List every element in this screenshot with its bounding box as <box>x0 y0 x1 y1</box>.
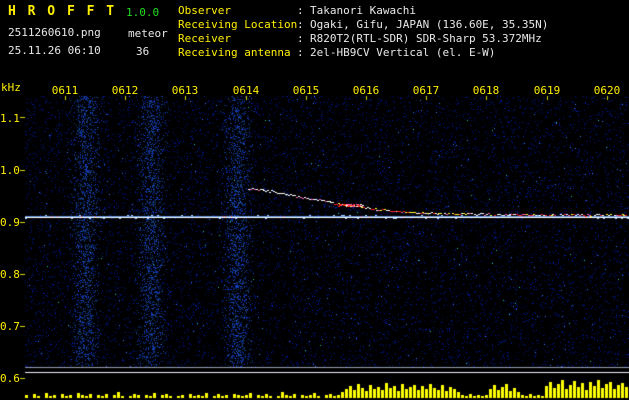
freq-tick-0-8: 0.8 <box>0 268 20 281</box>
time-tick-0618: 0618 <box>472 84 500 97</box>
freq-tick-1-1: 1.1 <box>0 112 20 125</box>
app-title: H R O F F T <box>8 4 117 19</box>
freq-tick-0-7: 0.7 <box>0 320 20 333</box>
output-filename: 2511260610.png <box>8 26 101 39</box>
field-value: Ogaki, Gifu, JAPAN (136.60E, 35.35N) <box>310 18 549 31</box>
app-version: 1.0.0 <box>126 6 160 19</box>
time-tick-0613: 0613 <box>171 84 199 97</box>
field-value: R820T2(RTL-SDR) SDR-Sharp 53.372MHz <box>310 32 542 45</box>
field-label: Receiving antenna <box>178 46 291 59</box>
header-field-receiver: Receiver: R820T2(RTL-SDR) SDR-Sharp 53.37… <box>178 32 542 45</box>
spectrogram-canvas <box>0 0 629 400</box>
field-colon: : <box>297 32 304 45</box>
field-label: Receiving Location <box>178 18 298 31</box>
field-label: Observer <box>178 4 231 17</box>
time-tick-0616: 0616 <box>352 84 380 97</box>
observation-datetime: 25.11.26 06:10 <box>8 44 101 57</box>
header-field-receiving-antenna: Receiving antenna:2el-HB9CV Vertical (el… <box>178 46 495 59</box>
time-tick-0614: 0614 <box>232 84 260 97</box>
field-colon: : <box>297 46 304 59</box>
field-colon: : <box>297 4 304 17</box>
time-tick-0612: 0612 <box>111 84 139 97</box>
time-tick-0617: 0617 <box>412 84 440 97</box>
header-field-observer: Observer: Takanori Kawachi <box>178 4 416 17</box>
freq-tick-0-6: 0.6 <box>0 372 20 385</box>
field-colon: : <box>297 18 304 31</box>
echo-count: 36 <box>136 45 150 58</box>
freq-tick-1-0: 1.0 <box>0 164 20 177</box>
time-tick-0615: 0615 <box>292 84 320 97</box>
field-value: Takanori Kawachi <box>310 4 416 17</box>
field-value: 2el-HB9CV Vertical (el. E-W) <box>310 46 496 59</box>
mode-label: meteor <box>128 27 168 40</box>
y-axis-unit-label: kHz <box>1 81 21 94</box>
freq-tick-0-9: 0.9 <box>0 216 20 229</box>
time-tick-0611: 0611 <box>51 84 79 97</box>
time-tick-0619: 0619 <box>533 84 561 97</box>
time-tick-0620: 0620 <box>593 84 621 97</box>
hrofft-output-image: H R O F F T 1.0.0 2511260610.png meteor … <box>0 0 629 400</box>
header-field-receiving-location: Receiving Location: Ogaki, Gifu, JAPAN (1… <box>178 18 548 31</box>
field-label: Receiver <box>178 32 231 45</box>
